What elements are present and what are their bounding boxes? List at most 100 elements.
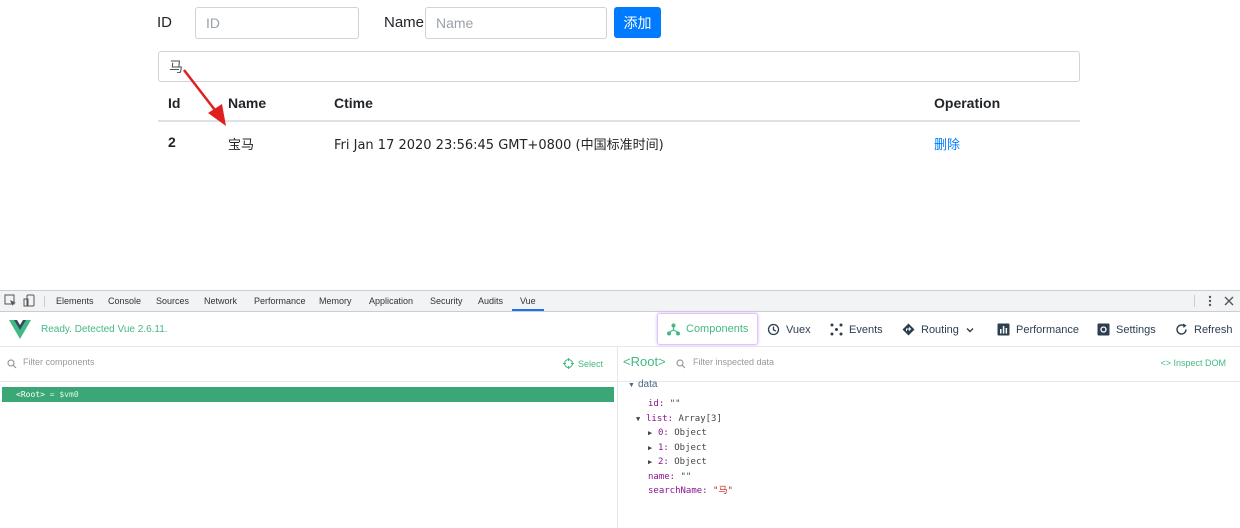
nav-components-label: Components: [686, 323, 749, 335]
inspect-dom-button[interactable]: <> Inspect DOM: [1160, 358, 1226, 368]
events-icon: [830, 323, 843, 336]
toolbar-divider-right: [1194, 295, 1195, 307]
nav-refresh-label: Refresh: [1194, 323, 1233, 336]
devtools-tab-bar: Elements Console Sources Network Perform…: [0, 291, 1240, 312]
routing-icon: [902, 323, 915, 336]
table-header-operation: Operation: [934, 95, 1001, 111]
refresh-icon: [1176, 323, 1187, 335]
data-row-searchname[interactable]: searchName: "马": [648, 484, 733, 498]
inspected-component-title: <Root>: [623, 354, 666, 369]
nav-events-label: Events: [849, 323, 883, 336]
component-tree-root[interactable]: <Root> = $vm0: [2, 387, 614, 402]
nav-performance[interactable]: Performance: [997, 312, 1079, 347]
tab-network[interactable]: Network: [204, 296, 237, 306]
crosshair-icon: [562, 358, 574, 369]
tab-security[interactable]: Security: [430, 296, 463, 306]
data-row-list-1[interactable]: ▶ 1: Object: [648, 441, 707, 455]
data-key: 2:: [658, 457, 669, 467]
table-header-ctime: Ctime: [334, 95, 373, 111]
bar-chart-icon: [997, 323, 1010, 336]
active-tab-indicator: [512, 309, 544, 311]
table-row: 2 宝马 Fri Jan 17 2020 23:56:45 GMT+0800 (…: [158, 122, 1080, 163]
data-key: id:: [648, 399, 665, 409]
id-input[interactable]: [195, 7, 359, 39]
cell-ctime: Fri Jan 17 2020 23:56:45 GMT+0800 (中国标准时…: [334, 138, 664, 153]
select-component-button[interactable]: Select: [562, 358, 603, 369]
caret-right-icon: ▶: [648, 429, 653, 437]
name-label: Name: [384, 14, 425, 31]
search-icon: [676, 359, 686, 369]
data-key: 0:: [658, 428, 669, 438]
data-value: Object: [674, 443, 707, 453]
inspector-pane: <Root> <> Inspect DOM ▼data id: "" ▼list…: [618, 347, 1240, 528]
search-icon: [7, 359, 17, 369]
nav-vuex-label: Vuex: [786, 323, 811, 336]
vue-status-text: Ready. Detected Vue 2.6.11.: [41, 324, 168, 335]
tab-memory[interactable]: Memory: [319, 296, 352, 306]
caret-down-icon: ▼: [636, 415, 641, 423]
components-filter-bar: Select: [0, 347, 617, 382]
add-button[interactable]: 添加: [614, 7, 661, 38]
tab-sources[interactable]: Sources: [156, 296, 189, 306]
data-key: name:: [648, 472, 676, 482]
app-page: ID Name 添加 Id Name Ctime Operation 2 宝马 …: [0, 0, 1240, 290]
chevron-down-icon: [966, 327, 974, 332]
nav-settings-label: Settings: [1116, 323, 1156, 336]
tab-vue[interactable]: Vue: [520, 296, 536, 306]
data-key: list:: [646, 414, 674, 424]
filter-inspected-data-input[interactable]: [693, 357, 893, 367]
id-label: ID: [157, 14, 172, 31]
caret-right-icon: ▶: [648, 444, 653, 452]
settings-icon: [1097, 323, 1110, 336]
tab-elements[interactable]: Elements: [56, 296, 94, 306]
tab-performance[interactable]: Performance: [254, 296, 306, 306]
tab-application[interactable]: Application: [369, 296, 413, 306]
data-row-list-2[interactable]: ▶ 2: Object: [648, 455, 707, 469]
cell-id: 2: [168, 134, 176, 150]
data-row-list[interactable]: ▼ list: Array[3]: [636, 412, 722, 426]
nav-events[interactable]: Events: [830, 312, 883, 347]
inspector-filter-bar: <Root> <> Inspect DOM: [618, 347, 1240, 382]
history-icon: [767, 323, 780, 336]
caret-right-icon: ▶: [648, 458, 653, 466]
delete-link[interactable]: 删除: [934, 134, 960, 153]
data-row-id[interactable]: id: "": [648, 397, 681, 411]
components-pane: Select <Root> = $vm0: [0, 347, 618, 528]
vue-logo-icon: [9, 320, 31, 339]
data-section-label: data: [638, 379, 658, 390]
nav-routing-label: Routing: [921, 323, 959, 336]
nav-settings[interactable]: Settings: [1097, 312, 1156, 347]
data-value: Array[3]: [678, 414, 722, 424]
nav-vuex[interactable]: Vuex: [767, 312, 811, 347]
caret-down-icon: ▼: [628, 382, 635, 389]
search-input[interactable]: [158, 51, 1080, 82]
tab-console[interactable]: Console: [108, 296, 141, 306]
nav-performance-label: Performance: [1016, 323, 1079, 336]
select-label: Select: [577, 358, 603, 369]
root-vm-label: = $vm0: [49, 390, 79, 399]
data-row-name[interactable]: name: "": [648, 470, 691, 484]
nav-refresh[interactable]: Refresh: [1175, 312, 1233, 347]
nav-routing[interactable]: Routing: [902, 312, 975, 347]
close-icon[interactable]: [1222, 294, 1236, 308]
filter-components-input[interactable]: [23, 357, 223, 367]
device-toolbar-icon[interactable]: [23, 294, 37, 308]
data-key: searchName:: [648, 486, 708, 496]
data-value: "": [680, 472, 692, 482]
components-icon: [667, 323, 680, 335]
data-value: "": [669, 399, 681, 409]
table-header-name: Name: [228, 95, 267, 111]
data-value: "马": [713, 486, 733, 496]
inspect-element-icon[interactable]: [4, 294, 18, 308]
cell-name: 宝马: [228, 138, 255, 153]
data-value: Object: [674, 457, 707, 467]
data-section-header[interactable]: ▼ data: [628, 379, 657, 390]
vue-toolbar: Ready. Detected Vue 2.6.11. Components V…: [0, 312, 1240, 347]
tab-audits[interactable]: Audits: [478, 296, 503, 306]
more-options-icon[interactable]: [1203, 294, 1217, 308]
nav-components[interactable]: Components: [657, 313, 759, 345]
devtools-panel: Elements Console Sources Network Perform…: [0, 290, 1240, 528]
name-input[interactable]: [425, 7, 607, 39]
data-row-list-0[interactable]: ▶ 0: Object: [648, 426, 707, 440]
data-value: Object: [674, 428, 707, 438]
